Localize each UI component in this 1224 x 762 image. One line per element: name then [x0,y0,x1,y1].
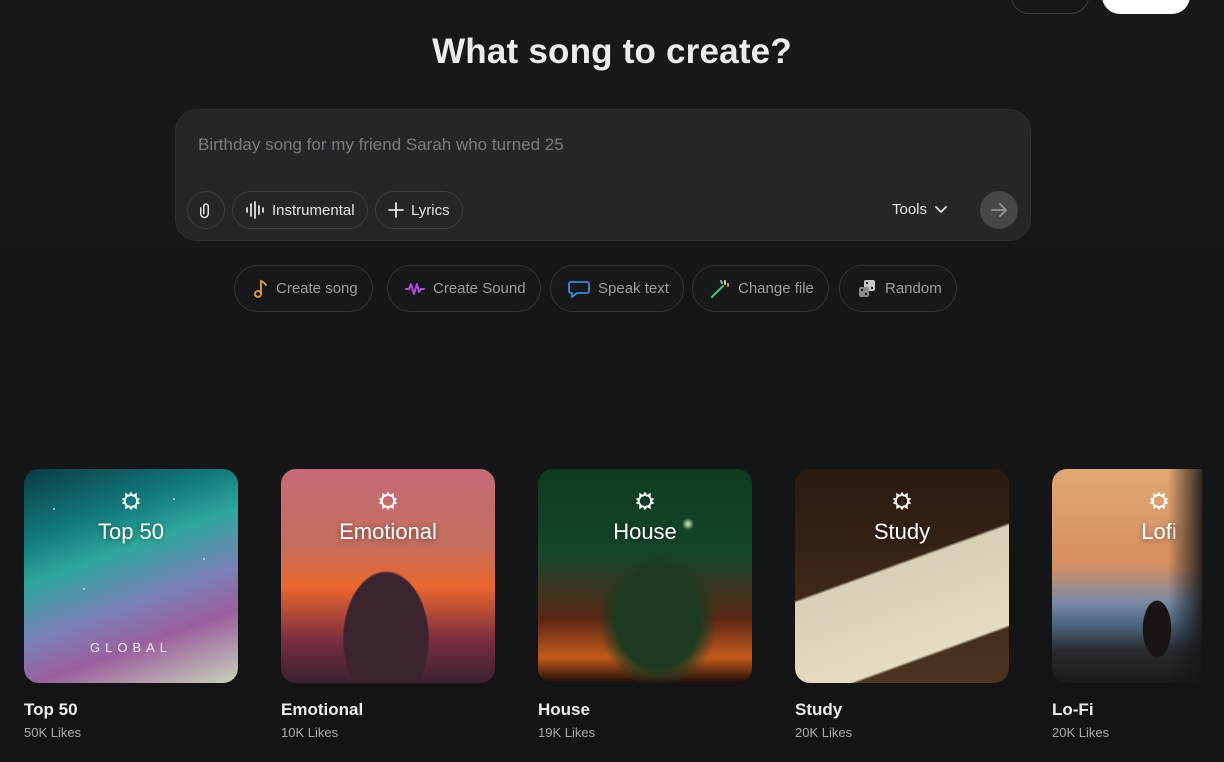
playlist-card-emotional[interactable]: Emotional Emotional 10K Likes [281,469,495,740]
tools-label: Tools [892,201,928,218]
brand-logo-icon [121,491,141,511]
quick-action-label: Change file [738,280,814,297]
page: What song to create? Birthday song for m… [0,0,1224,762]
playlist-card-study[interactable]: Study Study 20K Likes [795,469,1009,740]
music-note-icon [254,279,267,298]
send-button[interactable] [980,191,1018,229]
lyrics-button[interactable]: Lyrics [375,191,463,229]
card-overlay-subtitle: GLOBAL [89,640,173,655]
brand-logo-icon [378,491,398,511]
card-title[interactable]: Emotional [281,700,495,720]
card-title[interactable]: Study [795,700,1009,720]
quick-action-label: Random [885,280,942,297]
change-file-button[interactable]: Change file [692,265,829,312]
dice-icon [859,279,875,297]
prompt-box[interactable]: Birthday song for my friend Sarah who tu… [175,109,1031,241]
card-title[interactable]: Lo-Fi [1052,700,1202,720]
page-title: What song to create? [432,32,792,71]
card-cover-image[interactable]: Study [795,469,1009,683]
card-overlay-title: House [613,519,677,544]
top-primary-button[interactable] [1102,0,1190,14]
waveform-icon [405,282,425,295]
waveform-icon [246,201,264,219]
speak-text-button[interactable]: Speak text [550,265,684,312]
paperclip-icon [200,203,209,219]
quick-action-label: Create song [276,280,358,297]
speech-bubble-icon [568,280,590,298]
magic-wand-icon [711,279,729,298]
playlist-card-house[interactable]: House House 19K Likes [538,469,752,740]
attach-button[interactable] [187,191,225,229]
playlist-card-top50[interactable]: Top 50 GLOBAL Top 50 50K Likes [24,469,238,740]
card-overlay-title: Emotional [339,519,437,544]
card-cover-image[interactable]: House [538,469,752,683]
card-cover-image[interactable]: Top 50 GLOBAL [24,469,238,683]
random-button[interactable]: Random [839,265,957,312]
brand-logo-icon [892,491,912,511]
create-sound-button[interactable]: Create Sound [387,265,541,312]
card-cover-image[interactable]: Emotional [281,469,495,683]
prompt-input[interactable]: Birthday song for my friend Sarah who tu… [198,135,564,155]
plus-icon [388,202,404,218]
card-title[interactable]: House [538,700,752,720]
card-likes: 20K Likes [1052,725,1110,740]
card-overlay-title: Top 50 [97,519,165,544]
card-overlay-title: Study [873,519,931,544]
card-likes: 19K Likes [538,725,596,740]
quick-action-label: Create Sound [433,280,526,297]
create-song-button[interactable]: Create song [234,265,373,312]
instrumental-label: Instrumental [272,201,355,219]
top-secondary-button[interactable] [1011,0,1089,14]
lyrics-label: Lyrics [411,201,450,219]
card-title[interactable]: Top 50 [24,700,238,720]
instrumental-button[interactable]: Instrumental [232,191,368,229]
card-likes: 10K Likes [281,725,339,740]
chevron-down-icon [935,205,947,213]
tools-dropdown[interactable]: Tools [892,201,947,218]
card-likes: 50K Likes [24,725,82,740]
quick-action-label: Speak text [598,280,669,297]
brand-logo-icon [1149,491,1169,511]
brand-logo-icon [635,491,655,511]
carousel-fade [1168,460,1224,700]
card-likes: 20K Likes [795,725,853,740]
arrow-right-icon [991,203,1007,217]
